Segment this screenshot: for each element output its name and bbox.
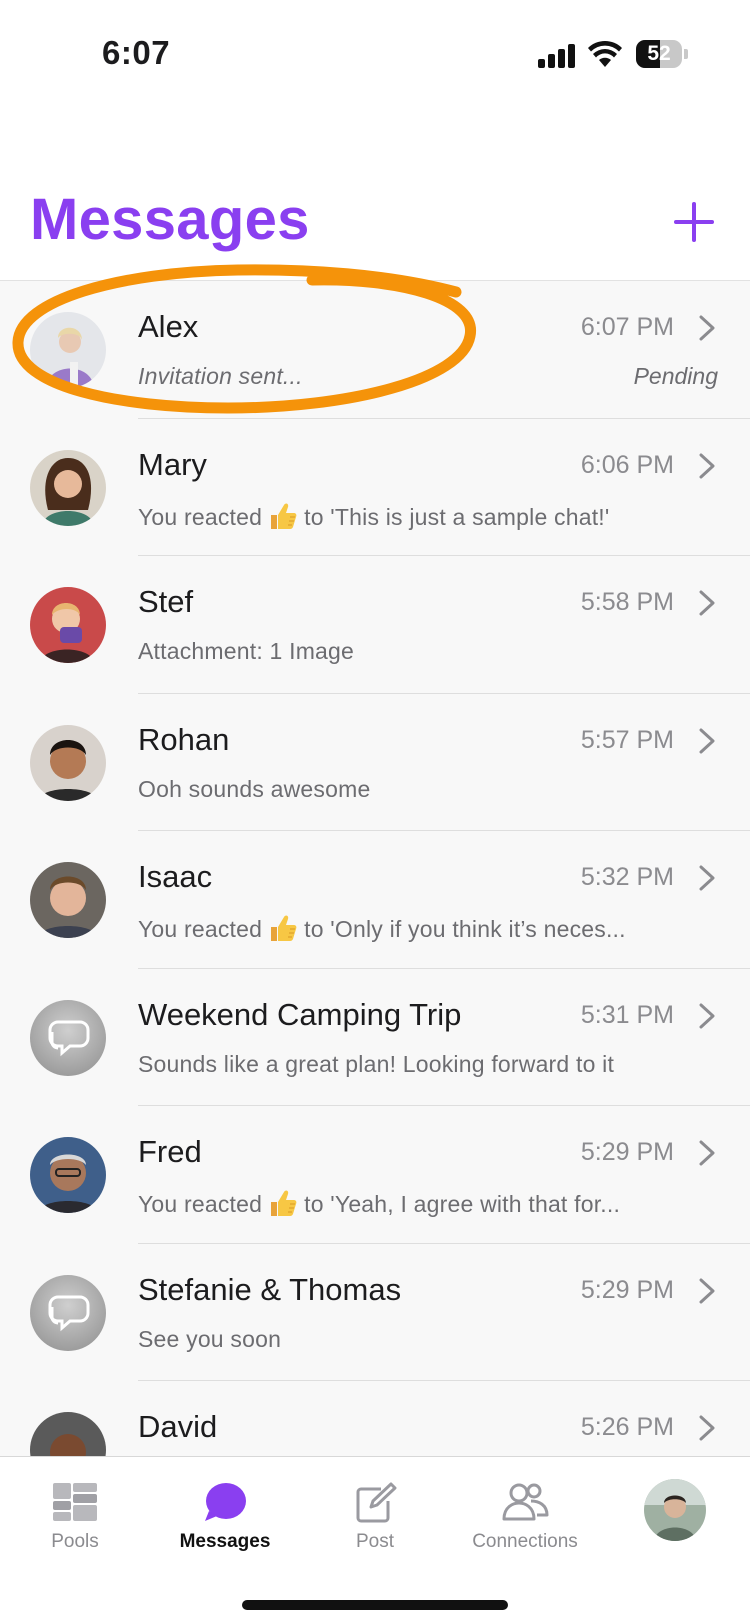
tab-post[interactable]: Post — [300, 1457, 450, 1575]
contact-name: Isaac — [138, 859, 213, 894]
message-preview: Ooh sounds awesome — [138, 775, 371, 802]
avatar — [30, 1412, 106, 1456]
message-preview: Sounds like a great plan! Looking forwar… — [138, 1050, 615, 1077]
message-preview: See you soon — [138, 1325, 282, 1352]
thumbs-up-emoji-icon — [271, 1190, 297, 1216]
chevron-right-icon — [699, 865, 715, 891]
status-badge: Pending — [633, 363, 718, 389]
conversation-list: Alex 6:07 PM Invitation sent... Pending Mary… — [0, 280, 750, 1456]
preview-text: to 'Yeah, I agree with that for... — [304, 1191, 621, 1217]
preview-text: to 'This is just a sample chat!' — [304, 503, 610, 530]
compose-icon — [356, 1482, 397, 1523]
wifi-icon — [588, 40, 622, 67]
conversation-row[interactable]: Mary 6:06 PM You reacted to 'This is just a… — [0, 419, 750, 557]
battery-icon: 52 — [636, 40, 688, 68]
contact-name: Mary — [138, 446, 207, 482]
message-preview: You reacted to 'Only if you think it’s ne… — [138, 913, 626, 943]
thumbs-up-emoji-icon — [271, 915, 297, 941]
tab-profile[interactable] — [600, 1457, 750, 1575]
tab-bar: Pools Messages Post Connections — [0, 1456, 750, 1574]
tab-messages[interactable]: Messages — [150, 1457, 300, 1575]
chevron-right-icon — [699, 1003, 715, 1028]
conversation-row[interactable]: Rohan 5:57 PM Ooh sounds awesome — [0, 694, 750, 832]
contact-name: Weekend Camping Trip — [138, 996, 462, 1032]
chevron-right-icon — [699, 315, 715, 341]
contact-name: Fred — [138, 1134, 202, 1169]
message-time: 6:06 PM — [580, 450, 674, 479]
conversation-row[interactable]: Stef 5:58 PM Attachment: 1 Image — [0, 556, 750, 694]
message-time: 5:29 PM — [580, 1138, 674, 1166]
message-preview: You reacted to 'This is just a sample cha… — [138, 501, 609, 531]
group-chat-icon — [30, 1274, 106, 1351]
chevron-right-icon — [699, 728, 715, 753]
preview-text: You reacted — [138, 503, 263, 530]
message-time: 5:32 PM — [580, 863, 674, 891]
tab-label: Connections — [472, 1531, 578, 1552]
tab-connections[interactable]: Connections — [450, 1457, 600, 1575]
message-time: 5:29 PM — [580, 1275, 674, 1304]
chevron-right-icon — [699, 590, 715, 616]
tab-label: Pools — [51, 1531, 99, 1552]
tab-label: Post — [355, 1531, 395, 1552]
message-time: 5:58 PM — [580, 588, 674, 616]
preview-text: You reacted — [138, 1191, 263, 1217]
status-time: 6:07 — [102, 34, 171, 71]
home-indicator — [242, 1600, 508, 1610]
avatar — [30, 449, 106, 526]
profile-avatar — [644, 1479, 706, 1541]
preview-text: to 'Only if you think it’s neces... — [304, 916, 626, 942]
conversation-row[interactable]: Weekend Camping Trip 5:31 PM Sounds like a… — [0, 969, 750, 1107]
chevron-right-icon — [699, 1278, 715, 1303]
avatar — [30, 724, 106, 801]
message-preview: Invitation sent... — [138, 363, 303, 389]
people-icon — [502, 1483, 549, 1521]
chevron-right-icon — [699, 1415, 715, 1441]
message-preview: You reacted to 'Yeah, I agree with that f… — [138, 1188, 620, 1218]
cellular-signal-icon — [538, 44, 578, 68]
preview-text: You reacted — [138, 916, 263, 942]
contact-name: Stefanie & Thomas — [138, 1271, 402, 1307]
status-bar: 6:07 52 — [0, 0, 750, 110]
contact-name: David — [138, 1409, 218, 1444]
conversation-row[interactable]: David 5:26 PM — [0, 1381, 750, 1456]
contact-name: Alex — [138, 309, 199, 344]
avatar — [30, 862, 106, 938]
chevron-right-icon — [699, 453, 715, 478]
tab-pools[interactable]: Pools — [0, 1457, 150, 1575]
tab-label: Messages — [179, 1531, 271, 1552]
message-preview: Attachment: 1 Image — [138, 638, 355, 664]
conversation-row[interactable]: Isaac 5:32 PM You reacted to 'Only if you t… — [0, 831, 750, 969]
chat-bubble-icon — [205, 1483, 246, 1521]
message-time: 6:07 PM — [580, 313, 674, 341]
battery-percentage: 52 — [647, 42, 671, 65]
avatar — [30, 312, 106, 388]
contact-name: Stef — [138, 584, 194, 619]
new-message-plus-icon[interactable] — [672, 200, 716, 244]
pools-grid-icon — [53, 1483, 97, 1521]
conversation-row[interactable]: Stefanie & Thomas 5:29 PM See you soon — [0, 1244, 750, 1382]
message-time: 5:57 PM — [580, 725, 674, 754]
group-chat-icon — [30, 999, 106, 1076]
conversation-row[interactable]: Fred 5:29 PM You reacted to 'Yeah, I agree … — [0, 1106, 750, 1244]
message-time: 5:26 PM — [580, 1413, 674, 1441]
conversation-row[interactable]: Alex 6:07 PM Invitation sent... Pending — [0, 281, 750, 419]
contact-name: Rohan — [138, 721, 230, 757]
page-title: Messages — [30, 187, 310, 252]
avatar — [30, 1137, 106, 1213]
message-time: 5:31 PM — [580, 1000, 674, 1029]
avatar — [30, 587, 106, 663]
chevron-right-icon — [699, 1140, 715, 1166]
thumbs-up-emoji-icon — [271, 503, 297, 529]
